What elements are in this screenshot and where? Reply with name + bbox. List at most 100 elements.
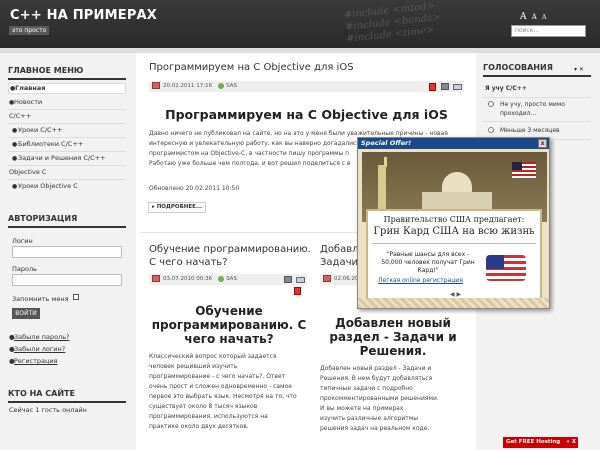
carousel-arrows-icon[interactable]: ◀ ▶ bbox=[450, 291, 461, 298]
text-line: типичные задачи с подробно bbox=[320, 385, 413, 392]
heading-line: Обучение bbox=[195, 304, 263, 318]
menu-item-objc-lessons[interactable]: ● Уроки Objective C bbox=[8, 182, 126, 190]
heading-line: чего начать? bbox=[184, 332, 274, 346]
password-label: Пароль bbox=[12, 265, 37, 273]
article-meta: 20.02.2011 17:16 SAS bbox=[149, 81, 464, 92]
font-size-small[interactable]: A bbox=[542, 14, 546, 21]
article-text: Добавлен новый раздел - Задачи и Решения… bbox=[320, 364, 470, 434]
us-flag-icon bbox=[486, 255, 526, 281]
poll-radio[interactable] bbox=[488, 101, 494, 107]
bullet-icon: ● bbox=[10, 85, 16, 92]
article-title[interactable]: Обучение программированию. С чего начать… bbox=[149, 243, 311, 269]
text-line: изучить различные алгоритмы bbox=[320, 415, 419, 422]
offer-quote: "Равные шансы для всех - 50,000 человек … bbox=[381, 251, 475, 274]
left-sidebar: ГЛАВНОЕ МЕНЮ ● Главная ● Новости C/C++ ● Ур… bbox=[0, 53, 136, 450]
poll-option-line: Меньше 3 месяцев bbox=[500, 127, 560, 134]
text-line: Добавлен новый раздел - Задачи и bbox=[320, 365, 432, 372]
print-icon[interactable] bbox=[284, 276, 292, 283]
poll-option: Не учу, просто мимо проходил... bbox=[500, 100, 565, 118]
offer-line-2: Грин Кард США на всю жизнь bbox=[373, 226, 535, 237]
close-icon[interactable]: x bbox=[538, 139, 547, 148]
online-text: Сейчас 1 гость онлайн bbox=[9, 406, 87, 414]
poll-divider bbox=[483, 97, 591, 98]
menu-divider bbox=[8, 137, 126, 138]
poll-question: Я учу C/C++ bbox=[485, 85, 527, 92]
article-date: 03.07.2010 00:36 bbox=[163, 276, 213, 282]
email-icon[interactable] bbox=[453, 84, 462, 90]
login-button[interactable]: ВОЙТИ bbox=[12, 308, 40, 319]
menu-divider bbox=[8, 165, 126, 166]
search-input[interactable]: поиск... bbox=[511, 25, 586, 37]
password-field[interactable] bbox=[12, 274, 122, 286]
forgot-login-link[interactable]: ● Забыли логин? bbox=[8, 345, 65, 353]
email-icon[interactable] bbox=[296, 277, 305, 283]
site-logo[interactable]: C++ НА ПРИМЕРАХ bbox=[10, 8, 157, 23]
menu-item-cpp-lessons[interactable]: ● Уроки C/C++ bbox=[8, 126, 126, 134]
text-line: И вы можете на примерах bbox=[320, 405, 404, 412]
font-size-switcher: A A A bbox=[520, 12, 549, 22]
collapse-close-icon[interactable]: ▾ ✕ bbox=[574, 66, 584, 73]
forgot-password-link[interactable]: ● Забыли пароль? bbox=[8, 333, 70, 341]
menu-item-label: Главная bbox=[15, 84, 46, 92]
menu-item-label: Уроки C/C++ bbox=[18, 126, 63, 134]
login-field[interactable] bbox=[12, 246, 122, 258]
article-title[interactable]: Программируем на C Objective для iOS bbox=[149, 62, 354, 73]
bullet-icon: ● bbox=[9, 333, 15, 341]
menu-item-cpp[interactable]: C/C++ bbox=[8, 112, 126, 120]
calendar-icon bbox=[323, 275, 331, 282]
menu-item-label: Новости bbox=[14, 98, 43, 106]
heading-line: программированию. С bbox=[151, 318, 307, 332]
menu-item-label: Библиотеки C/C++ bbox=[18, 140, 84, 148]
main-menu-title: ГЛАВНОЕ МЕНЮ bbox=[8, 66, 84, 75]
online-title: КТО НА САЙТЕ bbox=[8, 389, 75, 398]
menu-divider bbox=[8, 123, 126, 124]
popup-footer-stripe bbox=[358, 298, 549, 308]
bullet-icon: ● bbox=[12, 141, 18, 148]
bullet-icon: ● bbox=[12, 155, 18, 162]
heading-line: Решения. bbox=[359, 344, 427, 358]
text-line: программирования, используются на bbox=[149, 413, 268, 420]
article-author: SAS bbox=[226, 276, 237, 282]
article-meta: 02.06.20 bbox=[320, 274, 360, 285]
bullet-icon: ● bbox=[9, 357, 15, 365]
remember-label: Запомнить меня bbox=[12, 295, 69, 303]
text-line: прокомментированными решениями. bbox=[320, 395, 439, 402]
title-line: Обучение программированию. bbox=[149, 244, 311, 255]
font-size-large[interactable]: A bbox=[520, 12, 527, 22]
remember-checkbox[interactable] bbox=[73, 294, 79, 300]
menu-item-label: Уроки Objective C bbox=[18, 182, 78, 190]
menu-item-home[interactable]: ● Главная bbox=[8, 83, 126, 94]
free-hosting-ad[interactable]: Get FREE Hosting » X bbox=[503, 437, 578, 448]
text-line: человек решивший изучить bbox=[149, 363, 238, 370]
pdf-icon[interactable] bbox=[429, 83, 436, 91]
title-underline bbox=[483, 75, 591, 77]
site-header: C++ НА ПРИМЕРАХ это просто #include <mto… bbox=[0, 0, 600, 48]
pdf-icon[interactable] bbox=[294, 287, 301, 295]
offer-divider bbox=[372, 243, 536, 244]
menu-item-objc[interactable]: Objective C bbox=[8, 168, 126, 176]
ad-close-icon[interactable]: » X bbox=[566, 437, 578, 448]
menu-item-cpp-tasks[interactable]: ● Задачи и Решения C/C++ bbox=[8, 154, 126, 162]
article-text: Классический вопрос который задается чел… bbox=[149, 352, 309, 432]
bullet-icon: ● bbox=[9, 345, 15, 353]
popup-offer-box[interactable]: Правительство США предлагает: Грин Кард … bbox=[366, 209, 542, 303]
text-line: программирование - с чего начать?. Ответ bbox=[149, 373, 286, 380]
menu-item-news[interactable]: ● Новости bbox=[8, 98, 126, 106]
font-size-medium[interactable]: A bbox=[532, 13, 537, 21]
offer-register-link[interactable]: Легкая online регистрация bbox=[378, 277, 463, 284]
register-link[interactable]: ● Регистрация bbox=[8, 357, 58, 365]
read-more-button[interactable]: ▸ ПОДРОБНЕЕ... bbox=[148, 202, 206, 213]
special-offer-popup[interactable]: Special Offer! x Правительство США предл… bbox=[357, 137, 550, 309]
poll-title: ГОЛОСОВАНИЯ bbox=[483, 63, 553, 72]
menu-item-label: Objective C bbox=[9, 168, 47, 176]
article-date: 20.02.2011 17:16 bbox=[163, 83, 213, 89]
text-line: первое это выбрать язык. Несмотря на то,… bbox=[149, 393, 297, 400]
menu-divider bbox=[8, 179, 126, 180]
title-underline bbox=[8, 226, 126, 228]
bullet-icon: ● bbox=[9, 99, 15, 106]
poll-option: Меньше 3 месяцев bbox=[500, 126, 560, 135]
link-label: Забыли логин? bbox=[14, 345, 66, 353]
poll-radio[interactable] bbox=[488, 127, 494, 133]
menu-item-cpp-libraries[interactable]: ● Библиотеки C/C++ bbox=[8, 140, 126, 148]
print-icon[interactable] bbox=[441, 83, 449, 90]
